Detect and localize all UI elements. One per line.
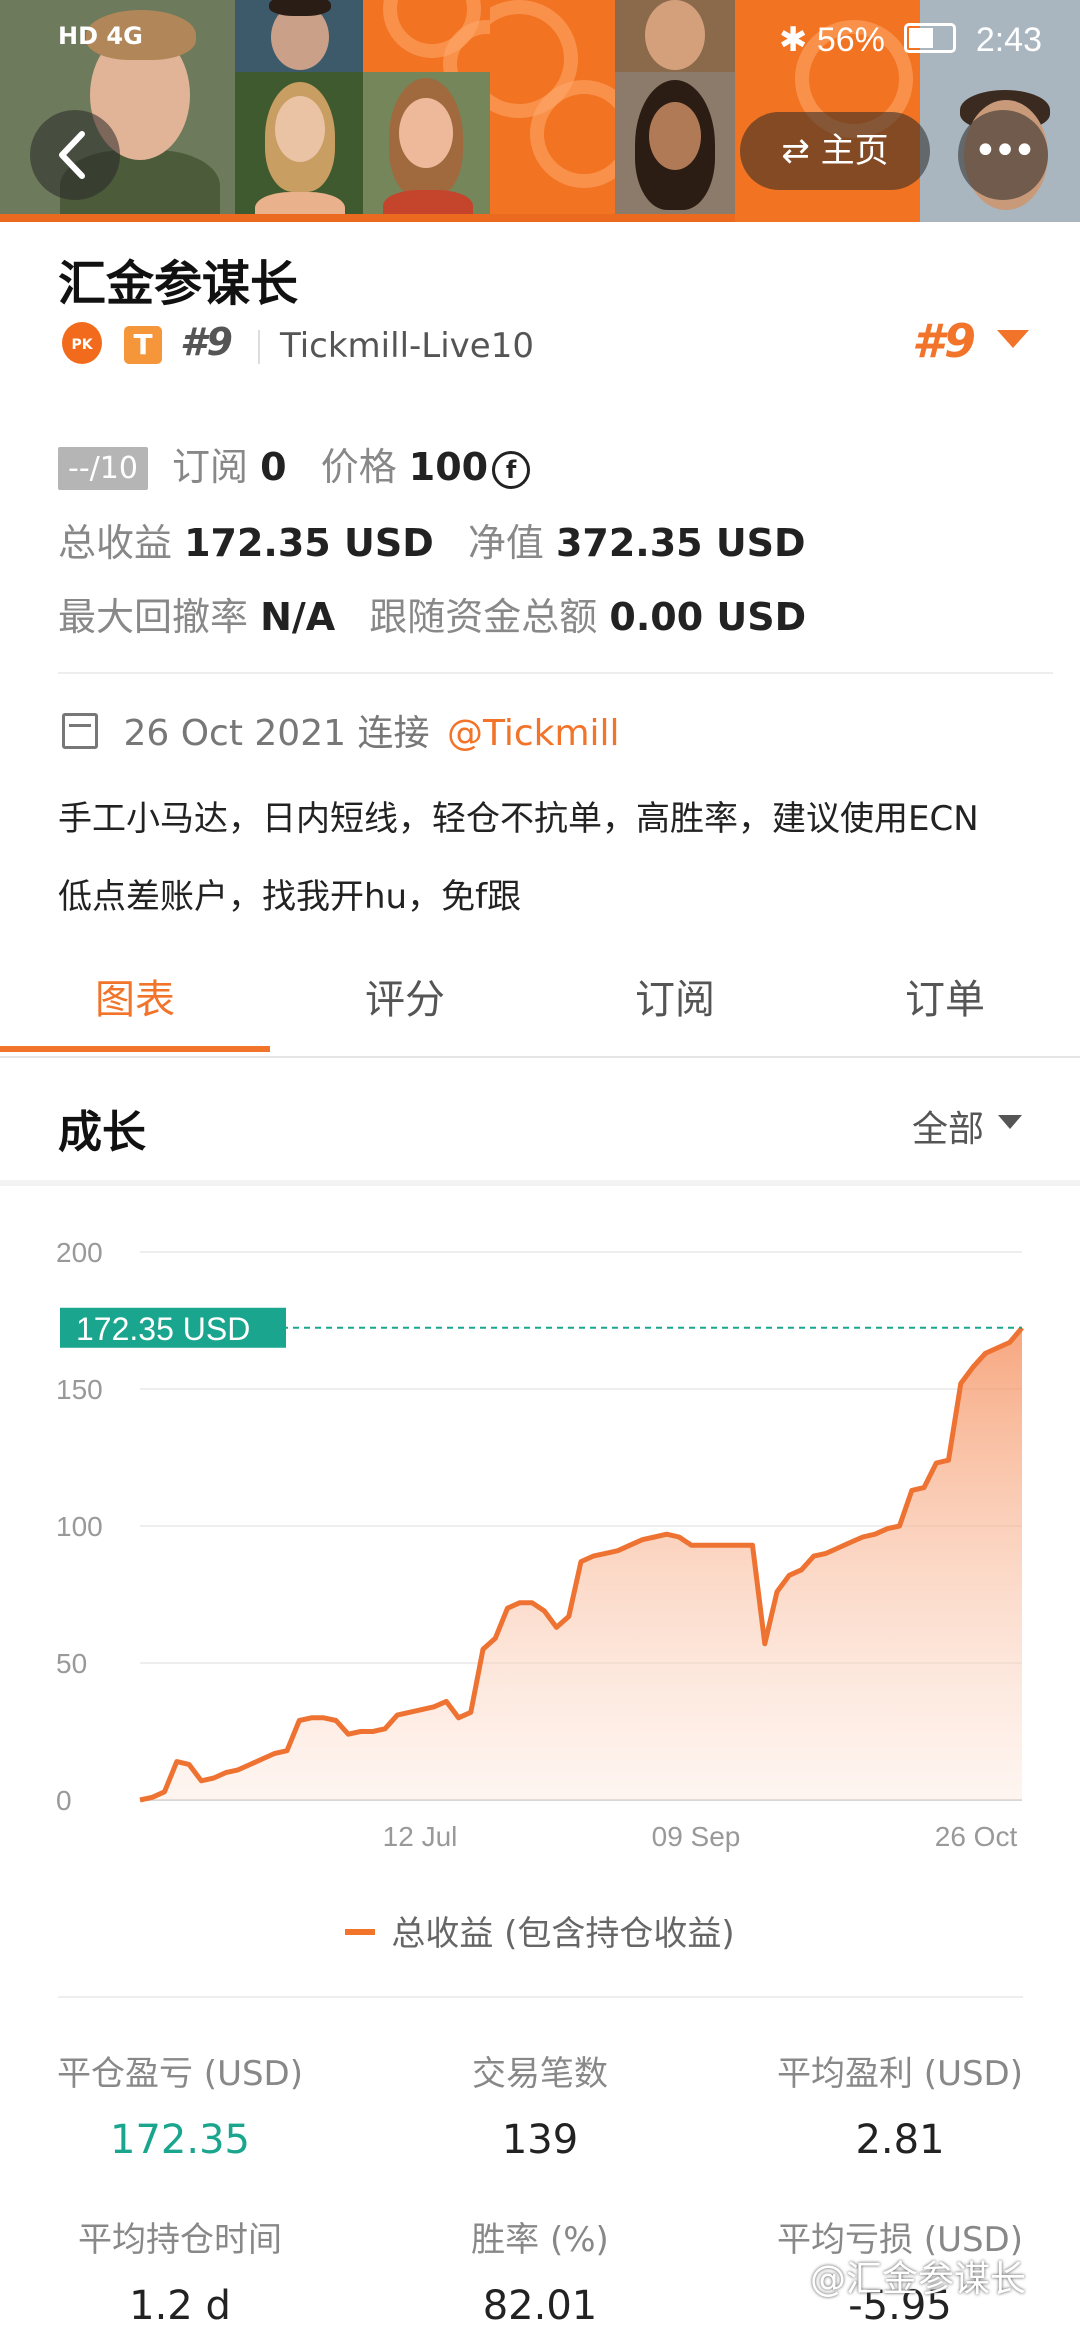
caret-down-icon[interactable] [997,330,1029,348]
stat-label: 平均持仓时间 [78,2220,282,2260]
stat-value: 82.01 [482,2283,598,2329]
tab-rating[interactable]: 评分 [270,956,540,1044]
equity-value: 372.35 USD [555,521,806,565]
follow-value: 0.00 USD [609,595,807,639]
score-row: --/10 订阅 0 价格 100 f [58,436,531,491]
clock: 2:43 [975,21,1042,59]
strategy-description: 手工小马达，日内短线，轻仓不抗单，高胜率，建议使用ECN 低点差账户，找我开hu… [58,780,1048,936]
profile-photo [615,72,735,222]
header-banner: HD 4G ✱ 56% 2:43 ⇄ 主页 ••• [0,0,1080,222]
more-icon[interactable]: ••• [958,110,1048,200]
total-profit-label: 总收益 [58,521,173,565]
legend-label: 总收益 (包含持仓收益) [391,1914,735,1954]
price-label: 价格 [320,445,397,489]
status-bar: HD 4G ✱ 56% 2:43 [0,0,1080,80]
score-badge: --/10 [58,447,148,490]
connect-label: 连接 [357,713,430,754]
battery-icon [904,23,957,53]
coin-icon: f [492,451,531,489]
stat-value: 1.2 d [129,2283,231,2329]
calendar-icon [62,713,98,749]
total-profit-value: 172.35 USD [184,521,434,565]
home-button[interactable]: ⇄ 主页 [740,112,930,190]
tab-orders[interactable]: 订单 [810,956,1080,1044]
x-tick-label: 12 Jul [383,1821,458,1852]
price-value: 100 [408,445,489,489]
page-title: 汇金参谋长 [58,256,299,312]
tab-chart[interactable]: 图表 [0,956,270,1044]
subscribe-count: 0 [260,445,287,489]
description-line: 手工小马达，日内短线，轻仓不抗单，高胜率，建议使用ECN [58,799,979,839]
tab-subscribe[interactable]: 订阅 [540,956,810,1044]
active-tab-indicator [0,1046,270,1052]
profit-row: 总收益 172.35 USD 净值 372.35 USD [58,512,806,567]
divider [58,672,1053,674]
x-tick-label: 09 Sep [652,1821,741,1852]
description-line: 低点差账户，找我开hu，免f跟 [58,877,522,917]
connect-date: 26 Oct 2021 [123,713,347,754]
range-filter[interactable]: 全部 [912,1100,984,1152]
pk-flame-icon: PK [62,322,102,364]
stat-value: 2.81 [855,2117,945,2163]
section-gap [0,1180,1080,1186]
rank-dropdown[interactable]: #9 [912,314,976,368]
stat-avg-profit: 平均盈利 (USD) 2.81 [720,2046,1080,2163]
legend-swatch [345,1929,376,1935]
server-name: Tickmill-Live10 [280,326,534,366]
tab-bar: 图表 评分 订阅 订单 [0,956,1080,1056]
divider [0,1056,1080,1058]
drawdown-row: 最大回撤率 N/A 跟随资金总额 0.00 USD [58,586,806,641]
stat-label: 交易笔数 [472,2054,608,2094]
status-right: ✱ 56% 2:43 [779,20,1042,60]
chevron-left-icon [59,131,85,179]
bluetooth-icon: ✱ [778,21,808,59]
divider [58,1996,1023,1998]
stat-closed-pnl: 平仓盈亏 (USD) 172.35 [0,2046,360,2163]
y-tick-label: 50 [56,1648,87,1679]
banner-accent-strip [0,214,735,222]
trader-badge: T [124,326,162,364]
stat-win-rate: 胜率 (%) 82.01 [360,2212,720,2329]
badge-row: PK T #9 Tickmill-Live10 #9 [62,314,1052,374]
stat-avg-hold: 平均持仓时间 1.2 d [0,2212,360,2329]
current-value-label: 172.35 USD [76,1311,250,1347]
stat-value: 139 [501,2117,579,2163]
stat-label: 胜率 (%) [471,2220,609,2260]
growth-chart: 0 50 100 150 200 172.35 USD 12 Jul 09 Sep 26 O… [56,1237,1024,1852]
y-tick-label: 150 [56,1374,103,1405]
rank-label: #9 [180,320,233,364]
section-title: 成长 [58,1107,146,1158]
broker-link[interactable]: @Tickmill [447,713,620,754]
profile-photo [363,72,490,222]
chart-legend: 总收益 (包含持仓收益) [0,1906,1080,1955]
y-tick-label: 0 [56,1785,72,1816]
subscribe-label: 订阅 [172,445,249,489]
drawdown-label: 最大回撤率 [58,595,249,639]
battery-percent: 56% [816,21,885,59]
follow-label: 跟随资金总额 [369,595,598,639]
y-tick-label: 100 [56,1511,103,1542]
equity-label: 净值 [467,521,544,565]
x-tick-label: 26 Oct [935,1821,1018,1852]
stat-label: 平仓盈亏 (USD) [57,2054,303,2094]
drawdown-value: N/A [260,595,336,639]
profile-photo [235,72,363,222]
watermark: @汇金参谋长 [810,2259,1027,2300]
connect-row: 26 Oct 2021 连接 @Tickmill [62,704,620,756]
network-indicator: HD 4G [58,22,143,50]
caret-down-icon[interactable] [998,1115,1022,1129]
stat-value: 172.35 [110,2117,250,2163]
stat-label: 平均盈利 (USD) [777,2054,1023,2094]
back-button[interactable] [30,110,120,200]
y-tick-label: 200 [56,1237,103,1268]
stat-trade-count: 交易笔数 139 [360,2046,720,2163]
divider [258,330,260,364]
